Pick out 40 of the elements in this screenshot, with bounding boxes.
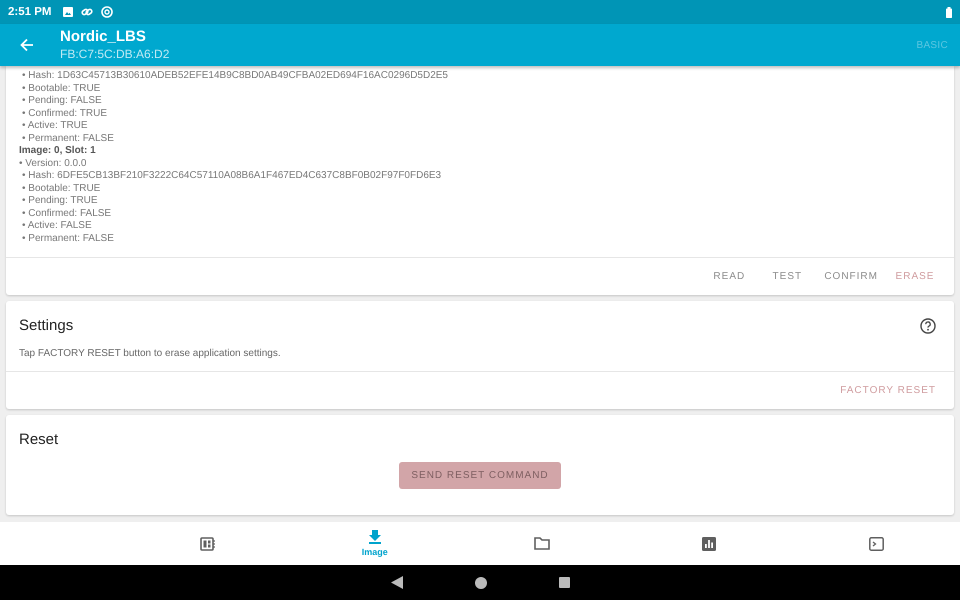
image-property: • Pending: TRUE — [21, 195, 99, 208]
nav-tab[interactable]: Image — [291, 522, 458, 565]
image-property: • Confirmed: FALSE — [21, 208, 112, 220]
image-property: • Hash: 1D63C45713B30610ADEB52EFE14B9C8BD0AB49CFBA02ED694F16AC0296D5D2E5 — [21, 70, 449, 82]
image-property: • Pending: FALSE — [21, 95, 103, 108]
battery-icon — [946, 6, 952, 18]
device-address: FB:C7:5C:DB:A6:D2 — [60, 46, 170, 62]
card-title: Reset — [19, 431, 60, 448]
image-property: • Permanent: FALSE — [21, 232, 115, 245]
back-icon[interactable] — [390, 576, 402, 589]
recents-icon[interactable] — [558, 577, 570, 588]
card-title: Settings — [19, 317, 74, 334]
link-icon — [81, 7, 94, 17]
device-name: Nordic_LBS — [60, 28, 147, 46]
chart-icon — [702, 536, 716, 550]
terminal-icon — [868, 536, 884, 550]
send-reset-button[interactable]: SEND RESET COMMAND — [399, 462, 561, 489]
help-icon[interactable] — [920, 318, 936, 334]
action-button[interactable]: ERASE — [888, 263, 942, 290]
folder-icon — [534, 537, 550, 550]
image-property: • Version: 0.0.0 — [19, 158, 88, 170]
action-button[interactable]: READ — [702, 263, 756, 290]
home-icon[interactable] — [474, 576, 486, 588]
image-property: • Hash: 6DFE5CB13BF210F3222C64C57110A08B6A1F467ED4C637C8BF0B02F97F0FD6E3 — [21, 170, 442, 182]
dashboard-icon — [200, 536, 216, 550]
image-property: • Permanent: FALSE — [21, 132, 115, 145]
image-icon — [63, 7, 74, 17]
back-arrow-icon[interactable] — [20, 38, 34, 52]
settings-description: Tap FACTORY RESET button to erase application settings. — [18, 347, 282, 361]
image-property: • Bootable: TRUE — [21, 182, 102, 195]
action-button[interactable]: TEST — [760, 263, 814, 290]
factory-reset-button[interactable]: FACTORY RESET — [834, 377, 942, 404]
image-property: • Bootable: TRUE — [21, 82, 102, 95]
image-property: • Active: TRUE — [21, 120, 89, 132]
image-property: • Active: FALSE — [21, 220, 93, 232]
image-slot-heading: Image: 0, Slot: 1 — [19, 145, 97, 158]
download-icon — [368, 530, 382, 544]
action-button[interactable]: CONFIRM — [818, 263, 884, 290]
image-property: • Confirmed: TRUE — [21, 108, 108, 120]
status-time: 2:51 PM — [8, 6, 52, 18]
